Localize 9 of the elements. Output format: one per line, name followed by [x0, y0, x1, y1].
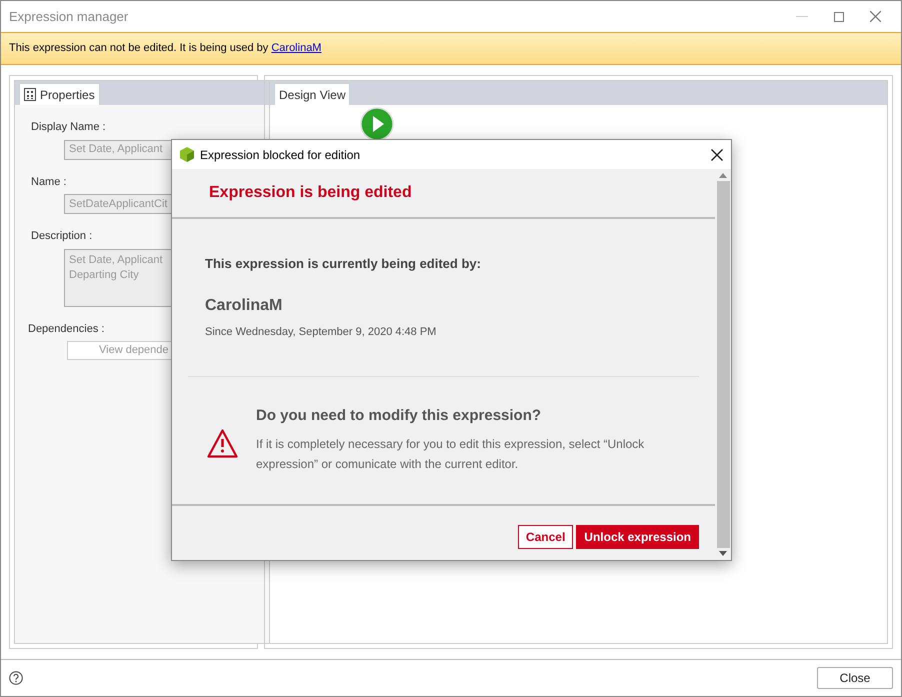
question-heading: Do you need to modify this expression?	[256, 406, 542, 426]
field-label: Dependencies :	[28, 322, 104, 336]
since-text: Since Wednesday, September 9, 2020 4:48 PM	[205, 324, 438, 340]
field-label: Description :	[31, 229, 92, 244]
window-title: Expression manager	[9, 8, 130, 26]
field-label: Display Name :	[31, 120, 106, 135]
field-label: Name :	[31, 174, 66, 190]
advice-text: If it is completely necessary for you to edit this expression, select “Unlock expression” or comunicate with the current editor.	[256, 436, 646, 472]
warning-text: This expression can not be edited. It is being used by	[9, 41, 270, 56]
